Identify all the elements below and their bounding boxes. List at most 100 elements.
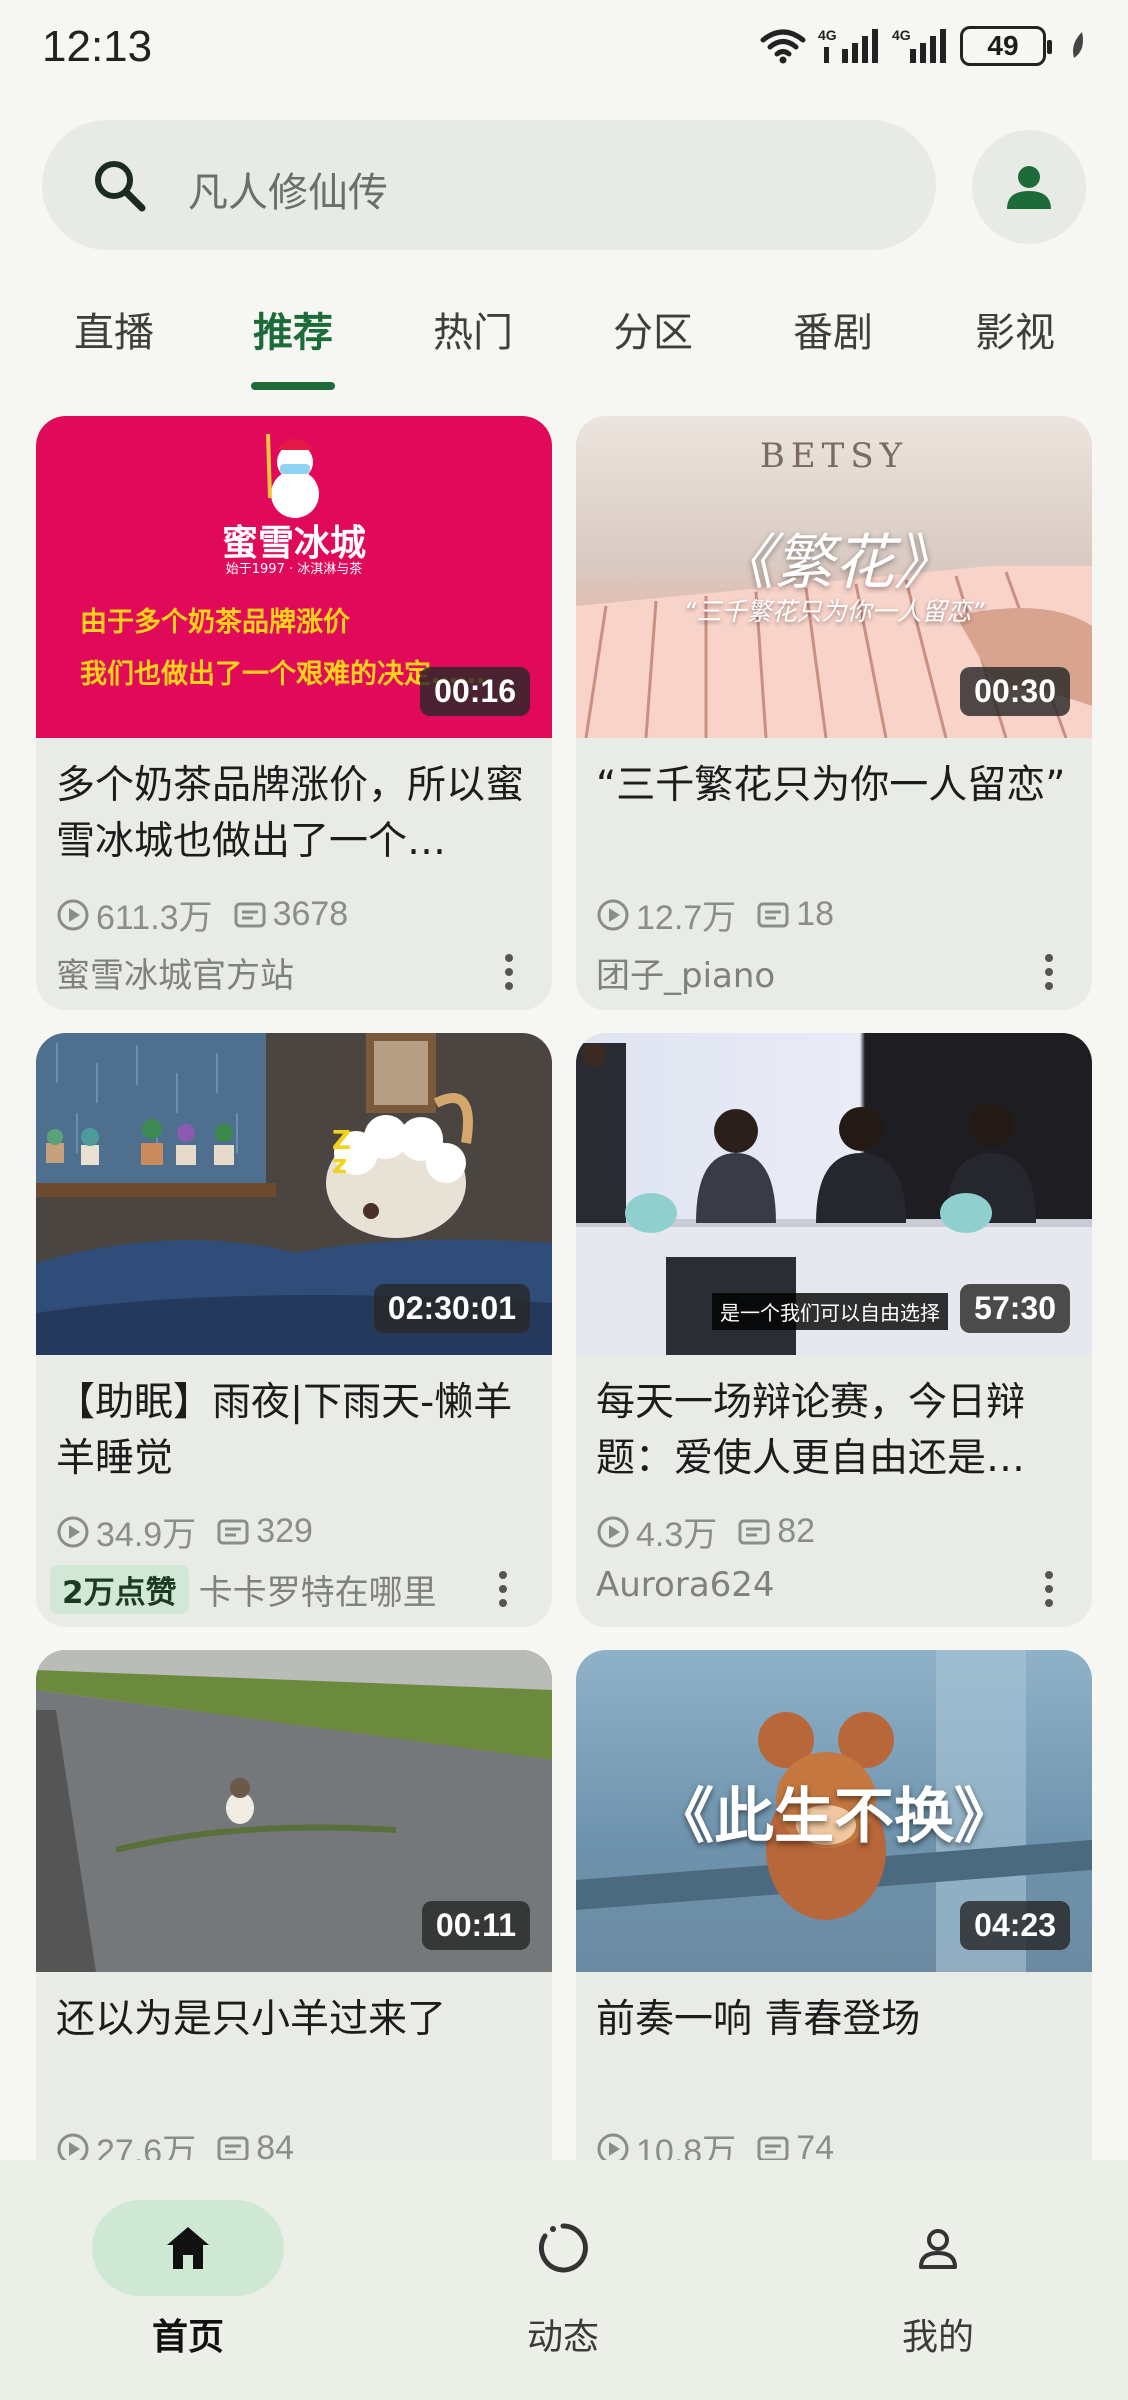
author-row: 2万点赞 卡卡罗特在哪里 [50, 1565, 530, 1614]
author-row: 团子_piano [596, 948, 1076, 997]
more-options-icon[interactable] [498, 1569, 508, 1609]
play-count-icon [57, 899, 89, 930]
author-name[interactable]: 团子_piano [596, 948, 775, 997]
duration-badge: 57:30 [960, 1284, 1070, 1333]
thumbnail-caption-1: 由于多个奶茶品牌涨价 [80, 607, 350, 638]
tab-movies[interactable]: 影视 [945, 300, 1085, 358]
view-count: 4.3万 [636, 1516, 718, 1554]
nav-home[interactable]: 首页 [88, 2200, 288, 2360]
danmaku-count: 18 [796, 895, 835, 933]
author-name[interactable]: 蜜雪冰城官方站 [56, 948, 294, 997]
tab-live[interactable]: 直播 [44, 300, 184, 358]
video-thumbnail: Z z 02:30:01 [36, 1033, 552, 1355]
video-stats: 4.3万 82 [596, 1507, 815, 1556]
author-row: Aurora624 [596, 1565, 1076, 1607]
danmaku-icon [757, 902, 789, 927]
status-time: 12:13 [42, 22, 153, 71]
bottom-navigation: 首页 动态 我的 [0, 2160, 1128, 2400]
snowman-mascot-icon [266, 433, 319, 518]
video-card[interactable]: BETSY 《繁花》 “三千繁花只为你一人留恋” 00:30 “三千繁花只为你一… [576, 416, 1092, 1010]
author-row: 蜜雪冰城官方站 [56, 948, 536, 997]
more-options-icon[interactable] [1044, 1569, 1054, 1609]
video-thumbnail: 《此生不换》 04:23 [576, 1650, 1092, 1972]
home-icon [167, 2227, 209, 2269]
search-bar[interactable]: 凡人修仙传 [42, 120, 936, 250]
signal-icon-2: 4G [892, 27, 946, 63]
play-count-icon [57, 1516, 89, 1547]
category-tabs: 直播 推荐 热门 分区 番剧 影视 [0, 290, 1128, 400]
network-type-1: 4G [818, 27, 837, 43]
tab-zones[interactable]: 分区 [583, 300, 723, 358]
signal-icon-1: 4G [818, 27, 878, 63]
video-card[interactable]: 00:11 还以为是只小羊过来了 27.6万 84 [36, 1650, 552, 2244]
wifi-icon [760, 29, 806, 64]
like-badge: 2万点赞 [50, 1565, 189, 1614]
nav-profile-pill [842, 2200, 1034, 2296]
video-title: 还以为是只小羊过来了 [56, 1997, 447, 2042]
video-title: 【助眠】雨夜|下雨天-懒羊羊睡觉 [56, 1380, 513, 1481]
duration-badge: 00:16 [420, 667, 530, 716]
danmaku-icon [217, 1519, 249, 1544]
danmaku-count: 329 [256, 1512, 313, 1550]
status-icons: 4G 4G 49 [760, 26, 1088, 66]
more-options-icon[interactable] [1044, 952, 1054, 992]
video-stats: 34.9万 329 [56, 1507, 313, 1556]
video-title: 每天一场辩论赛，今日辩题：爱使人更自由还是… [596, 1380, 1026, 1481]
profile-icon [919, 2229, 957, 2269]
tab-recommend[interactable]: 推荐 [223, 300, 363, 358]
duration-badge: 00:11 [421, 1901, 530, 1950]
more-options-icon[interactable] [504, 952, 514, 992]
view-count: 611.3万 [96, 899, 213, 937]
status-bar: 12:13 4G 4G 49 [0, 0, 1128, 100]
nav-dynamic[interactable]: 动态 [463, 2200, 663, 2360]
leaf-icon [1073, 32, 1083, 58]
search-input[interactable]: 凡人修仙传 [188, 160, 388, 218]
author-name[interactable]: Aurora624 [596, 1565, 775, 1605]
video-thumbnail: 00:11 [36, 1650, 552, 1972]
video-title: 前奏一响 青春登场 [596, 1997, 921, 2042]
dynamic-icon [538, 2223, 588, 2273]
video-stats: 12.7万 18 [596, 890, 834, 939]
duration-badge: 02:30:01 [373, 1284, 530, 1333]
nav-dynamic-pill [467, 2200, 659, 2296]
tab-hot[interactable]: 热门 [403, 300, 543, 358]
nav-profile-label: 我的 [901, 2317, 974, 2358]
video-stats: 611.3万 3678 [56, 890, 348, 939]
brand-slogan: 始于1997 · 冰淇淋与茶 [225, 562, 363, 577]
tab-indicator [251, 382, 335, 390]
tab-anime[interactable]: 番剧 [763, 300, 903, 358]
thumbnail-subtitle: “三千繁花只为你一人留恋” [683, 597, 985, 626]
video-thumbnail: BETSY 《繁花》 “三千繁花只为你一人留恋” 00:30 [576, 416, 1092, 738]
duration-badge: 00:30 [960, 667, 1070, 716]
search-icon [95, 161, 146, 212]
duration-badge: 04:23 [960, 1901, 1070, 1950]
battery-icon: 49 [960, 26, 1052, 66]
view-count: 12.7万 [636, 899, 737, 937]
nav-dynamic-label: 动态 [526, 2317, 599, 2358]
video-card[interactable]: 是一个我们可以自由选择 57:30 每天一场辩论赛，今日辩题：爱使人更自由还是…… [576, 1033, 1092, 1627]
video-thumbnail: 是一个我们可以自由选择 57:30 [576, 1033, 1092, 1355]
video-thumbnail: 蜜雪冰城 始于1997 · 冰淇淋与茶 由于多个奶茶品牌涨价 我们也做出了一个艰… [36, 416, 552, 738]
danmaku-icon [738, 1519, 770, 1544]
play-count-icon [597, 899, 629, 930]
thumbnail-song-title: 《此生不换》 [654, 1782, 1014, 1852]
thumbnail-song-title: 《繁花》 [714, 528, 954, 598]
danmaku-count: 3678 [272, 895, 349, 933]
danmaku-icon [234, 902, 266, 927]
play-count-icon [597, 1516, 629, 1547]
video-title: “三千繁花只为你一人留恋” [596, 763, 1066, 808]
video-card[interactable]: Z z 02:30:01 【助眠】雨夜|下雨天-懒羊羊睡觉 34.9万 329 … [36, 1033, 552, 1627]
author-name[interactable]: 卡卡罗特在哪里 [199, 1565, 437, 1614]
danmaku-count: 82 [777, 1512, 816, 1550]
piano-brand: BETSY [759, 436, 909, 476]
video-card[interactable]: 蜜雪冰城 始于1997 · 冰淇淋与茶 由于多个奶茶品牌涨价 我们也做出了一个艰… [36, 416, 552, 1010]
zz-text: Z z [332, 1126, 351, 1180]
video-title: 多个奶茶品牌涨价，所以蜜雪冰城也做出了一个… [56, 763, 525, 864]
network-type-2: 4G [892, 27, 911, 43]
nav-home-pill [92, 2200, 284, 2296]
nav-profile[interactable]: 我的 [838, 2200, 1038, 2360]
avatar-button[interactable] [972, 130, 1086, 244]
user-icon [1007, 166, 1051, 209]
thumbnail-subtitle: 是一个我们可以自由选择 [712, 1293, 948, 1330]
video-card[interactable]: 《此生不换》 04:23 前奏一响 青春登场 10.8万 74 [576, 1650, 1092, 2244]
